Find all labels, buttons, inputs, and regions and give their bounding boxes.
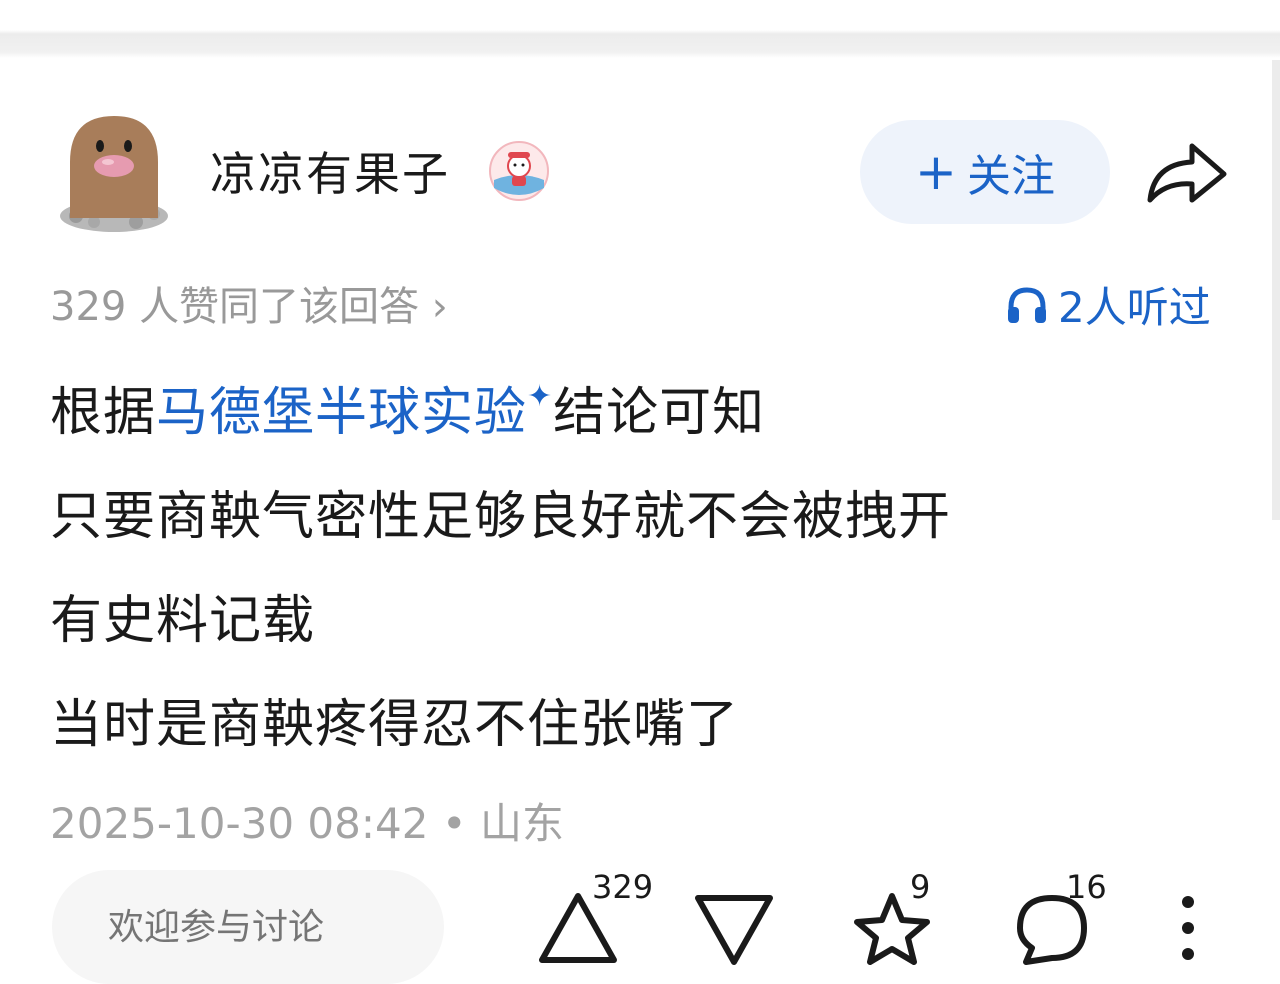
keyword-link[interactable]: 马德堡半球实验 — [156, 383, 527, 443]
answer-line-3: 有史料记载 — [50, 591, 316, 651]
headphones-icon — [1008, 286, 1046, 323]
more-icon[interactable] — [1176, 892, 1200, 964]
favorite-count: 9 — [910, 868, 931, 906]
badge-icon — [489, 141, 549, 201]
follow-button[interactable]: + 关注 — [860, 120, 1110, 224]
approve-count-link[interactable]: 329 人赞同了该回答 › — [50, 274, 448, 332]
share-icon[interactable] — [1140, 134, 1232, 210]
top-divider — [0, 0, 1280, 58]
sparkle-icon: ✦ — [527, 379, 554, 414]
post-timestamp: 2025-10-30 08:42 • 山东 — [50, 799, 564, 848]
answer-line-4: 当时是商鞅疼得忍不住张嘴了 — [50, 695, 740, 755]
answer-line-1-suffix: 结论可知 — [553, 383, 766, 443]
listen-count[interactable]: 2人听过 — [1006, 274, 1211, 335]
scroll-edge — [1272, 60, 1280, 520]
upvote-count: 329 — [592, 868, 654, 906]
answer-line-2: 只要商鞅气密性足够良好就不会被拽开 — [50, 487, 952, 547]
listen-label: 2人听过 — [1058, 283, 1211, 332]
downvote-icon[interactable] — [692, 890, 776, 972]
comment-count: 16 — [1066, 868, 1107, 906]
avatar[interactable] — [56, 108, 172, 234]
follow-label: 关注 — [966, 151, 1055, 202]
author-name[interactable]: 凉凉有果子 — [210, 138, 450, 204]
answer-line-1: 根据马德堡半球实验✦结论可知 — [50, 370, 765, 445]
answer-line-1-prefix: 根据 — [50, 383, 157, 443]
comment-input[interactable] — [52, 870, 444, 984]
plus-icon: + — [915, 143, 957, 201]
